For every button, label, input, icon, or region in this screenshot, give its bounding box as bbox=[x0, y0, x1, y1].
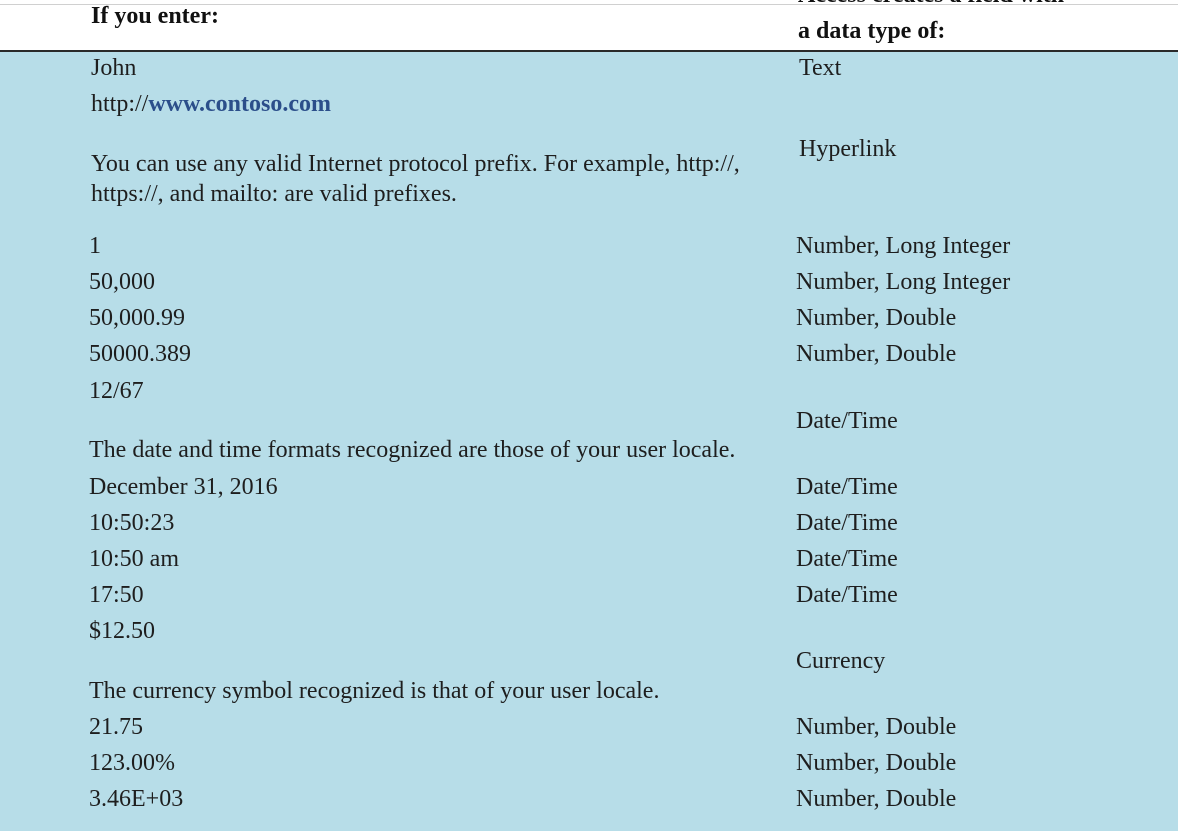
cell-input-50000-99: 50,000.99 bbox=[89, 305, 185, 331]
cell-input-50000: 50,000 bbox=[89, 269, 155, 295]
url-prefix: http:// bbox=[91, 91, 149, 117]
cell-type-datetime-3: Date/Time bbox=[796, 510, 898, 536]
cell-type-currency: Currency bbox=[796, 648, 886, 674]
cell-type-long-integer-1: Number, Long Integer bbox=[796, 233, 1011, 259]
cell-input-1: 1 bbox=[89, 233, 101, 259]
note-protocol-line2: https://, and mailto: are valid prefixes… bbox=[91, 181, 457, 207]
note-currency-locale: The currency symbol recognized is that o… bbox=[89, 678, 660, 704]
cell-input-12-67: 12/67 bbox=[89, 378, 144, 404]
cell-type-datetime-4: Date/Time bbox=[796, 546, 898, 572]
cell-input-10-50-am: 10:50 am bbox=[89, 546, 179, 572]
cell-input-10-50-23: 10:50:23 bbox=[89, 510, 175, 536]
cell-type-double-1: Number, Double bbox=[796, 305, 957, 331]
cell-type-hyperlink: Hyperlink bbox=[799, 136, 897, 162]
cell-input-21-75: 21.75 bbox=[89, 714, 143, 740]
cell-type-datetime-5: Date/Time bbox=[796, 582, 898, 608]
cell-input-50000-389: 50000.389 bbox=[89, 341, 191, 367]
hyperlink-contoso[interactable]: www.contoso.com bbox=[148, 91, 331, 117]
cell-input-12-50: $12.50 bbox=[89, 618, 155, 644]
cell-type-double-5: Number, Double bbox=[796, 786, 957, 812]
cell-input-john: John bbox=[91, 55, 137, 81]
note-date-locale: The date and time formats recognized are… bbox=[89, 437, 736, 463]
column-header-input: If you enter: bbox=[91, 3, 219, 29]
column-header-datatype-line2: a data type of: bbox=[798, 18, 946, 44]
cell-input-3-46e03: 3.46E+03 bbox=[89, 786, 184, 812]
cell-input-123-percent: 123.00% bbox=[89, 750, 175, 776]
cell-input-url: http://www.contoso.com bbox=[91, 89, 331, 119]
cell-input-17-50: 17:50 bbox=[89, 582, 144, 608]
column-header-datatype-line1: Access creates a field with bbox=[798, 0, 1064, 9]
header-divider bbox=[0, 50, 1178, 52]
cell-input-dec-31-2016: December 31, 2016 bbox=[89, 474, 278, 500]
table-header: If you enter: Access creates a field wit… bbox=[0, 0, 1178, 52]
cell-type-double-2: Number, Double bbox=[796, 341, 957, 367]
cell-type-long-integer-2: Number, Long Integer bbox=[796, 269, 1011, 295]
cell-type-datetime-1: Date/Time bbox=[796, 408, 898, 434]
cell-type-double-4: Number, Double bbox=[796, 750, 957, 776]
cell-type-double-3: Number, Double bbox=[796, 714, 957, 740]
cell-type-datetime-2: Date/Time bbox=[796, 474, 898, 500]
cell-type-text: Text bbox=[799, 55, 842, 81]
note-protocol-line1: You can use any valid Internet protocol … bbox=[91, 151, 740, 177]
